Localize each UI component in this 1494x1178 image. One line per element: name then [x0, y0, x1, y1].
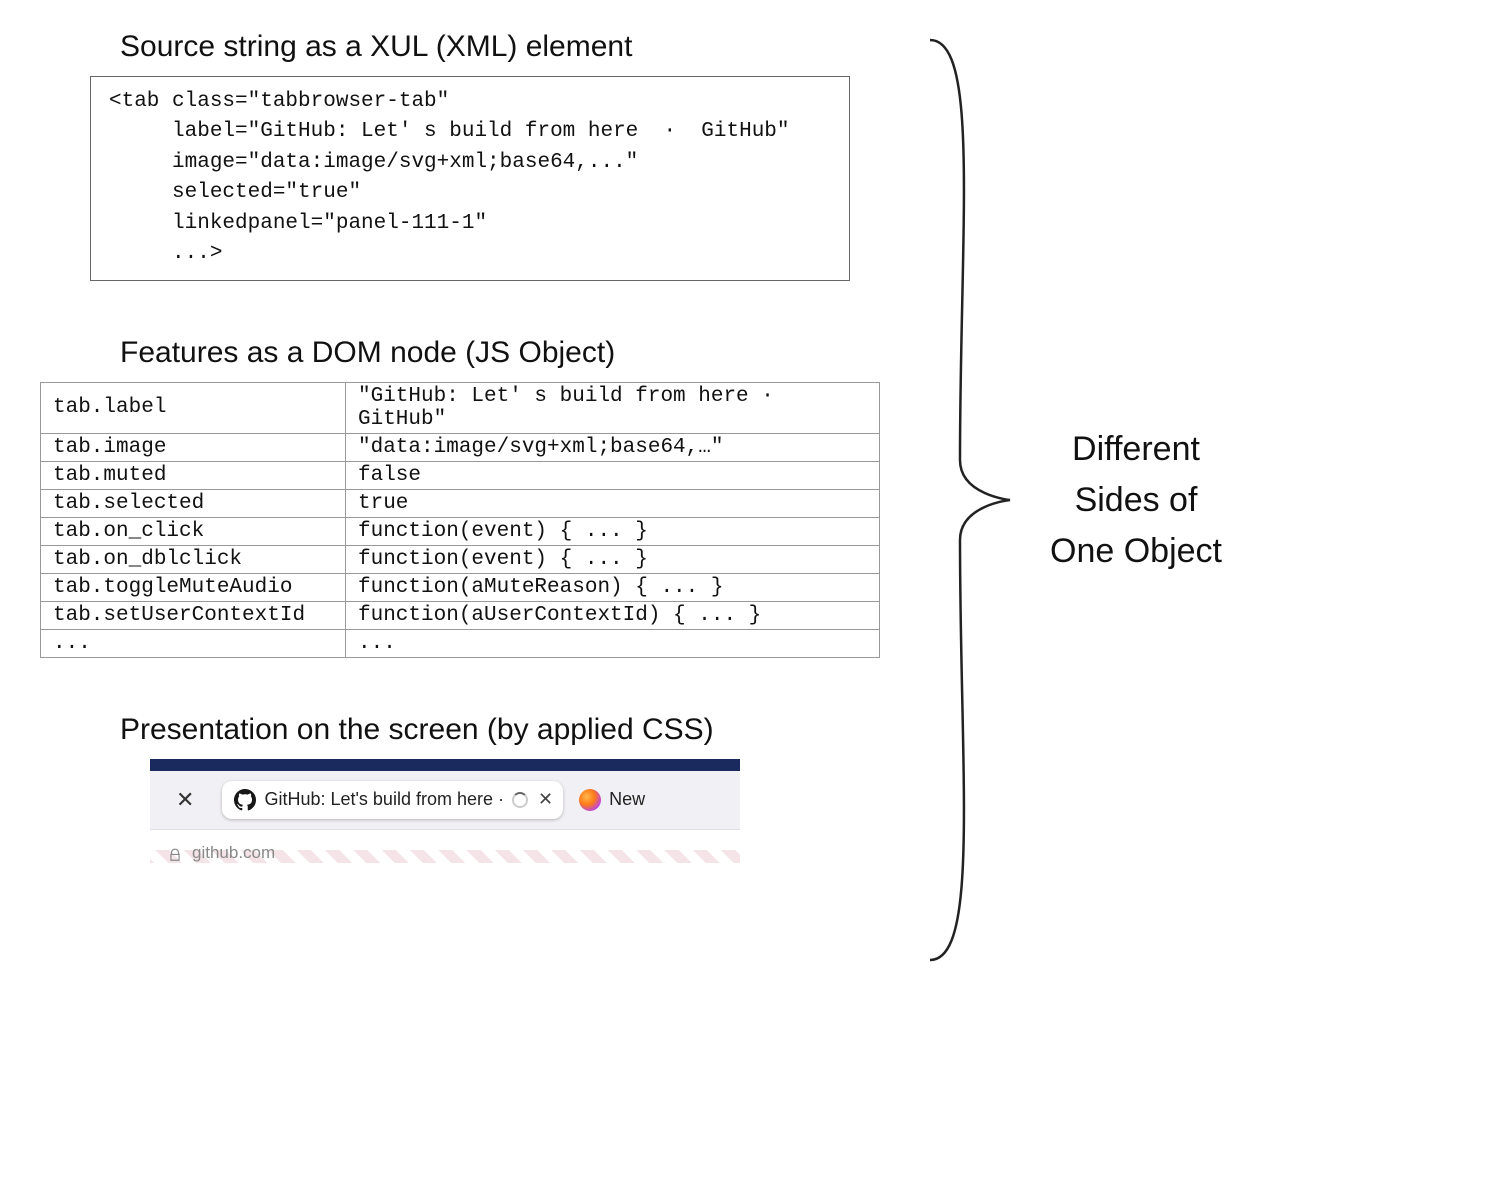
url-text: github.com	[192, 843, 275, 863]
browser-mock: ✕ GitHub: Let's build from here · ✕ New …	[150, 759, 740, 863]
presentation-title: Presentation on the screen (by applied C…	[120, 713, 890, 747]
browser-tab-new[interactable]: New	[573, 789, 645, 811]
section-presentation: Presentation on the screen (by applied C…	[20, 713, 890, 863]
code-line: ...>	[109, 242, 222, 265]
prop-key: ...	[41, 629, 346, 657]
prop-key: tab.toggleMuteAudio	[41, 573, 346, 601]
section-xul: Source string as a XUL (XML) element <ta…	[20, 30, 890, 281]
table-row: tab.on_clickfunction(event) { ... }	[41, 517, 880, 545]
prop-key: tab.label	[41, 382, 346, 433]
prop-val: function(event) { ... }	[346, 545, 880, 573]
table-row: tab.setUserContextIdfunction(aUserContex…	[41, 601, 880, 629]
summary-line: One Object	[1050, 526, 1222, 577]
prop-val: function(event) { ... }	[346, 517, 880, 545]
summary-line: Different	[1050, 424, 1222, 475]
prop-val: function(aUserContextId) { ... }	[346, 601, 880, 629]
prop-key: tab.setUserContextId	[41, 601, 346, 629]
table-row: tab.toggleMuteAudiofunction(aMuteReason)…	[41, 573, 880, 601]
prop-val: "GitHub: Let' s build from here · GitHub…	[346, 382, 880, 433]
summary-line: Sides of	[1050, 475, 1222, 526]
dom-properties-table: tab.label"GitHub: Let' s build from here…	[40, 382, 880, 658]
prop-key: tab.on_click	[41, 517, 346, 545]
loading-spinner-icon	[512, 792, 528, 808]
content-column: Source string as a XUL (XML) element <ta…	[20, 30, 890, 970]
browser-tab-active[interactable]: GitHub: Let's build from here · ✕	[222, 781, 563, 819]
code-line: <tab class="tabbrowser-tab"	[109, 90, 449, 113]
code-line: image="data:image/svg+xml;base64,..."	[109, 151, 638, 174]
prop-val: function(aMuteReason) { ... }	[346, 573, 880, 601]
prop-key: tab.on_dblclick	[41, 545, 346, 573]
prop-val: true	[346, 489, 880, 517]
prop-val: ...	[346, 629, 880, 657]
code-line: label="GitHub: Let' s build from here · …	[109, 120, 790, 143]
brace-column	[890, 30, 1030, 970]
tab-label: GitHub: Let's build from here ·	[264, 789, 504, 810]
prop-val: false	[346, 461, 880, 489]
code-line: linkedpanel="panel-111-1"	[109, 212, 487, 235]
dom-title: Features as a DOM node (JS Object)	[120, 336, 890, 370]
section-dom: Features as a DOM node (JS Object) tab.l…	[20, 336, 890, 658]
browser-url-bar[interactable]: github.com	[150, 829, 740, 863]
summary-column: Different Sides of One Object	[1030, 30, 1222, 970]
browser-tab-bar: ✕ GitHub: Let's build from here · ✕ New	[150, 771, 740, 829]
firefox-icon	[579, 789, 601, 811]
table-row: tab.mutedfalse	[41, 461, 880, 489]
table-row: tab.selectedtrue	[41, 489, 880, 517]
close-tab-icon[interactable]: ✕	[538, 789, 553, 810]
prop-val: "data:image/svg+xml;base64,…"	[346, 433, 880, 461]
lock-icon	[168, 847, 182, 863]
summary-label: Different Sides of One Object	[1050, 424, 1222, 577]
prop-key: tab.image	[41, 433, 346, 461]
github-icon	[234, 789, 256, 811]
table-row: tab.label"GitHub: Let' s build from here…	[41, 382, 880, 433]
xul-title: Source string as a XUL (XML) element	[120, 30, 890, 64]
prop-key: tab.selected	[41, 489, 346, 517]
tab-label: New	[609, 789, 645, 810]
table-row: ......	[41, 629, 880, 657]
close-icon[interactable]: ✕	[158, 787, 212, 813]
browser-window-frame	[150, 759, 740, 771]
curly-brace-icon	[890, 30, 1030, 970]
xul-code-box: <tab class="tabbrowser-tab" label="GitHu…	[90, 76, 850, 281]
prop-key: tab.muted	[41, 461, 346, 489]
code-line: selected="true"	[109, 181, 361, 204]
table-row: tab.image"data:image/svg+xml;base64,…"	[41, 433, 880, 461]
table-row: tab.on_dblclickfunction(event) { ... }	[41, 545, 880, 573]
